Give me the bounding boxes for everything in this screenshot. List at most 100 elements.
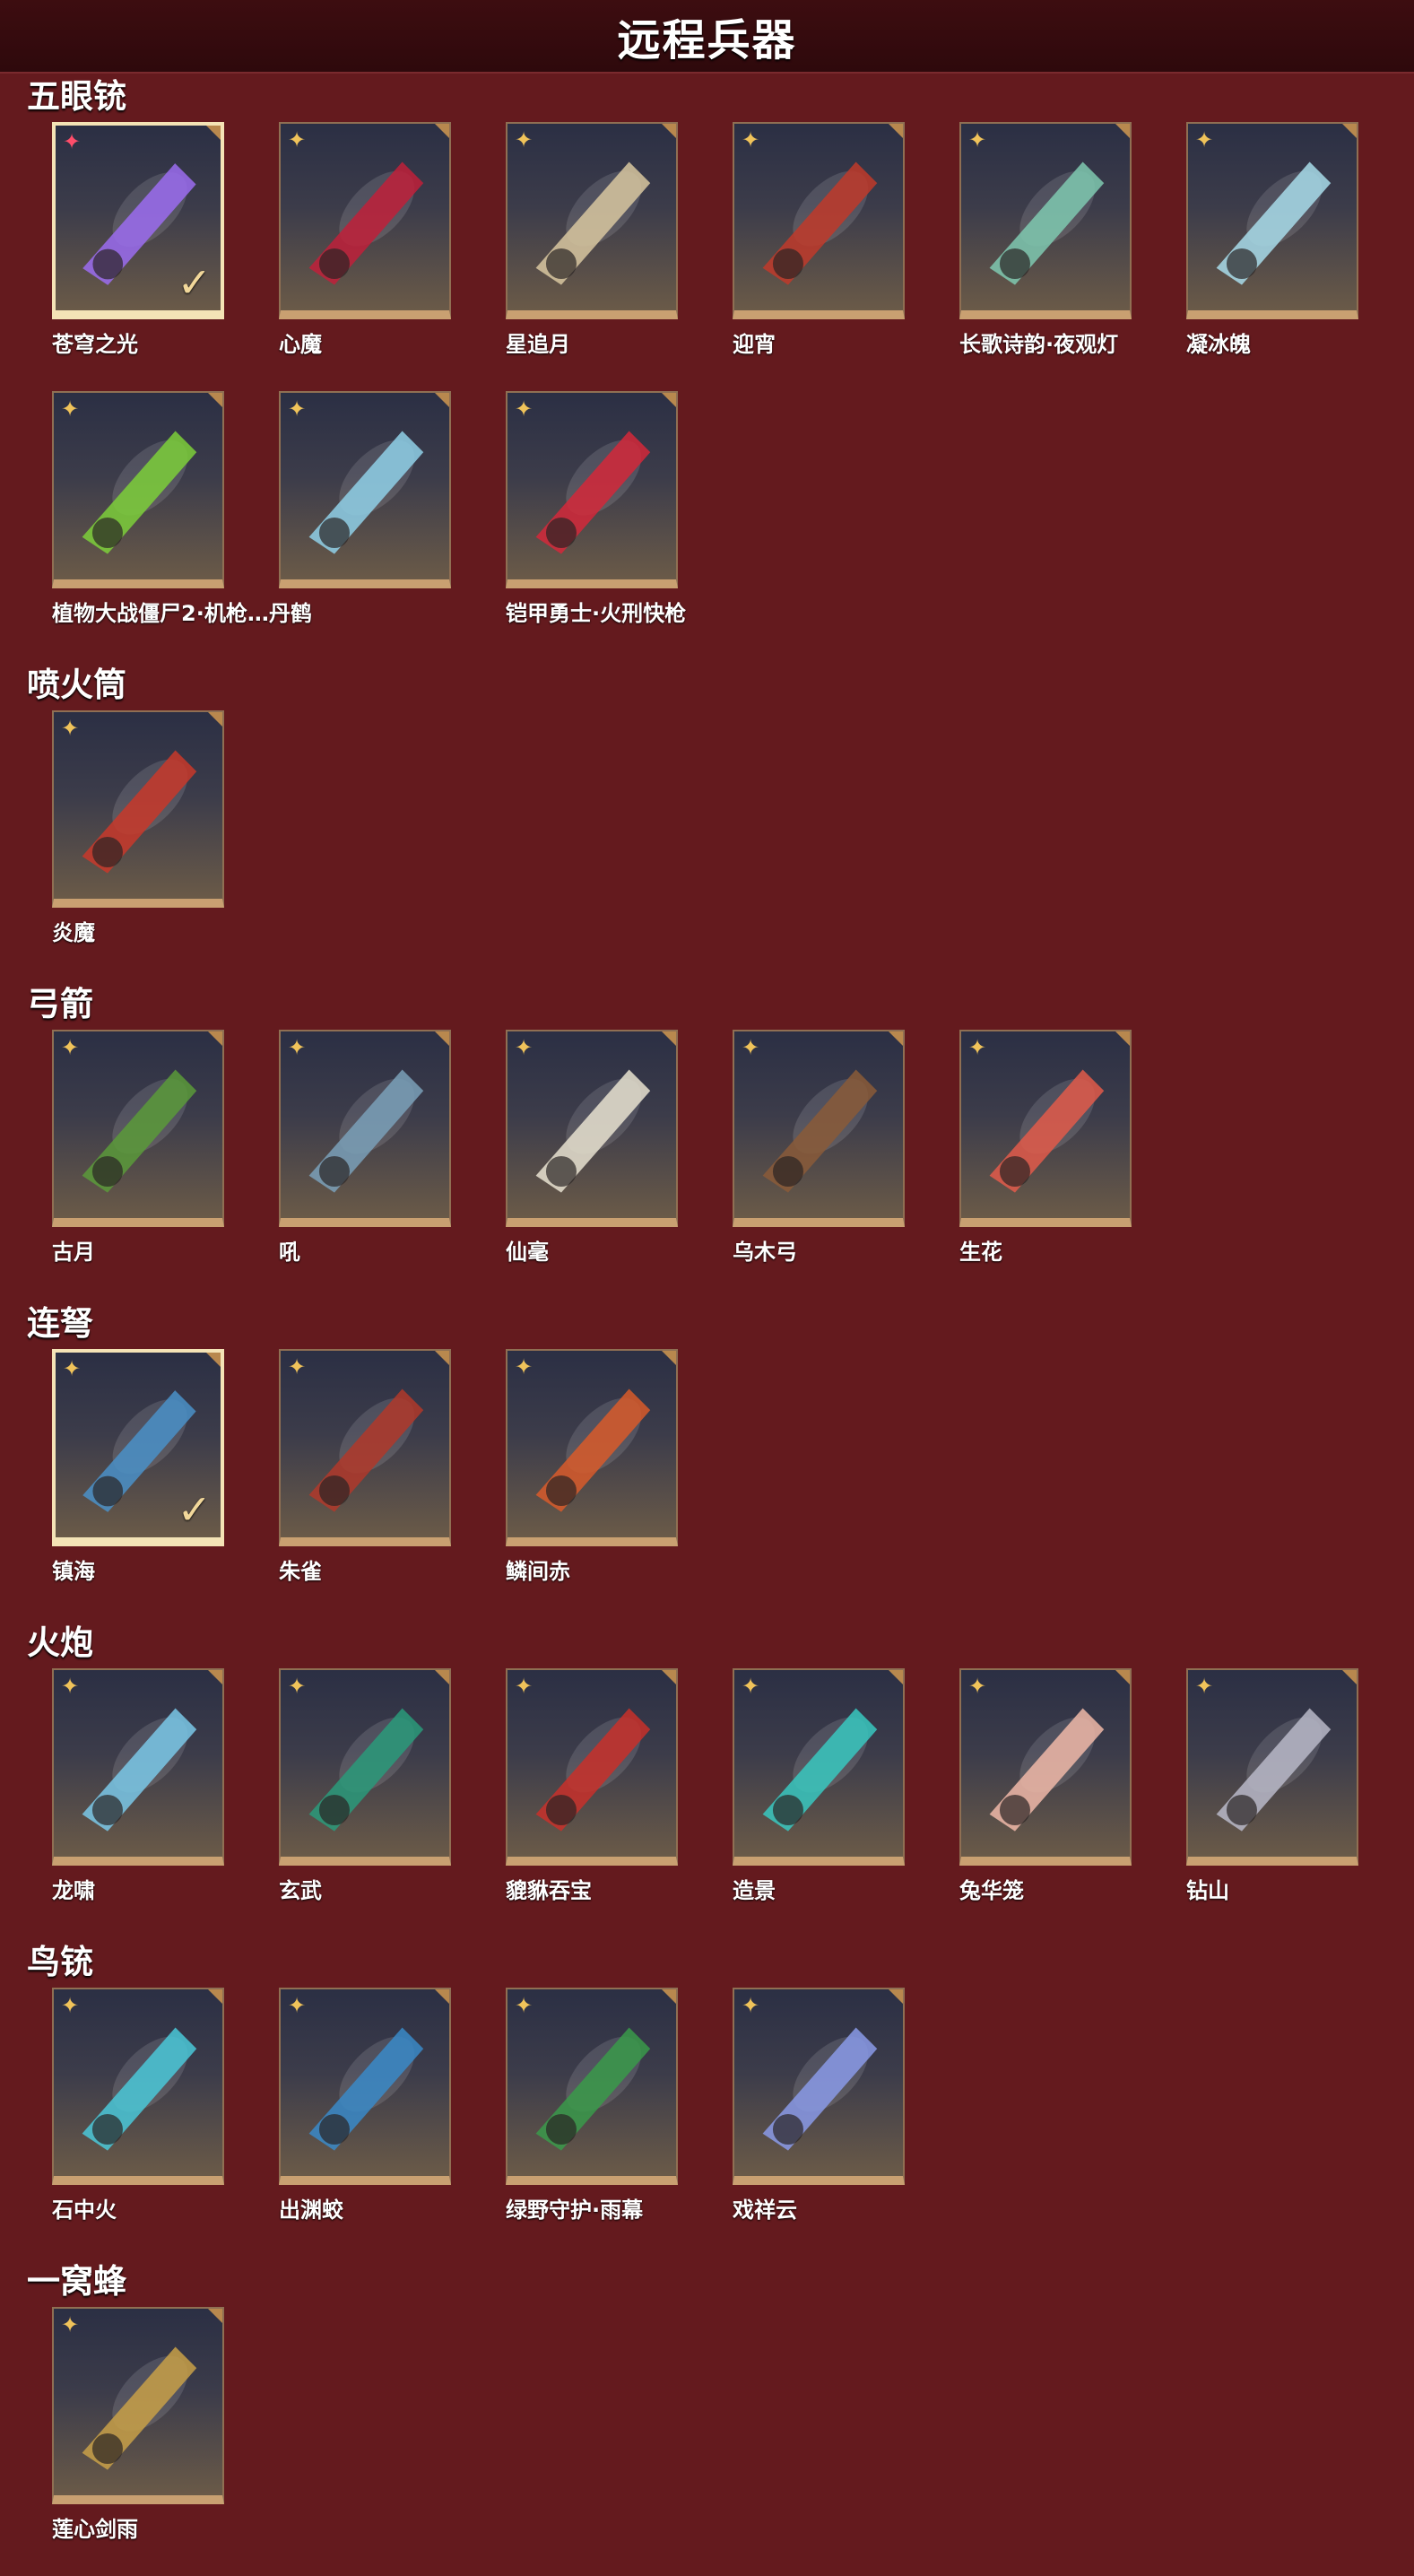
weapon-card[interactable]: ✦ ✓	[52, 1349, 224, 1546]
weapon-item[interactable]: ✦ 造景	[733, 1668, 905, 1937]
weapon-item[interactable]: ✦ 绿野守护·雨幕	[506, 1988, 678, 2257]
weapon-item[interactable]: ✦ 兔华笼	[959, 1668, 1132, 1937]
corner-mark-icon	[889, 124, 903, 138]
weapon-name: 朱雀	[279, 1559, 322, 1584]
weapon-muzzle-shape	[318, 248, 350, 280]
weapon-item[interactable]: ✦ 星追月	[506, 122, 678, 391]
weapon-card[interactable]: ✦	[279, 1668, 451, 1866]
weapon-card[interactable]: ✦	[52, 391, 224, 588]
weapon-item[interactable]: ✦ 生花	[959, 1030, 1132, 1299]
weapon-card[interactable]: ✦	[52, 710, 224, 908]
corner-mark-icon	[662, 1670, 676, 1684]
weapon-grid: ✦ 莲心剑雨	[0, 2307, 1414, 2576]
corner-mark-icon	[662, 124, 676, 138]
corner-mark-icon	[662, 1989, 676, 2004]
title-bar: 远程兵器	[0, 0, 1414, 74]
page-title: 远程兵器	[617, 15, 797, 65]
weapon-item[interactable]: ✦ 朱雀	[279, 1349, 451, 1618]
weapon-item[interactable]: ✦ 仙毫	[506, 1030, 678, 1299]
weapon-card[interactable]: ✦	[506, 1668, 678, 1866]
rarity-star-icon: ✦	[61, 1674, 80, 1699]
weapon-item[interactable]: ✦ 铠甲勇士·火刑快枪	[506, 391, 686, 660]
weapon-card[interactable]: ✦	[279, 122, 451, 319]
weapon-name: 炎魔	[52, 920, 95, 945]
weapon-section: 火炮 ✦ 龙啸 ✦ 玄武 ✦ 貔貅吞宝 ✦ 造景 ✦ 兔华笼 ✦ 钻山	[0, 1618, 1414, 1937]
section-title: 鸟铳	[27, 1943, 93, 1981]
weapon-item[interactable]: ✦ 龙啸	[52, 1668, 224, 1937]
rarity-star-icon: ✦	[515, 396, 534, 422]
corner-mark-icon	[208, 393, 222, 407]
corner-mark-icon	[435, 1989, 449, 2004]
weapon-item[interactable]: ✦ 迎宵	[733, 122, 905, 391]
rarity-star-icon: ✦	[63, 1356, 82, 1381]
weapon-card[interactable]: ✦	[733, 1988, 905, 2185]
weapon-item[interactable]: ✦ 鳞间赤	[506, 1349, 678, 1618]
weapon-card[interactable]: ✦	[52, 2307, 224, 2504]
weapon-item[interactable]: ✦ 植物大战僵尸2·机枪…丹鹤	[52, 391, 312, 660]
weapon-card[interactable]: ✦	[279, 1349, 451, 1546]
weapon-list: 五眼铳 ✦ ✓ 苍穹之光 ✦ 心魔 ✦ 星追月 ✦ 迎宵 ✦ 长歌诗韵·夜观灯 ✦ 凝冰魄 ✦ 植物大战僵尸2…	[0, 72, 1414, 2576]
weapon-card[interactable]: ✦	[1186, 1668, 1358, 1866]
weapon-grid: ✦ ✓ 镇海 ✦ 朱雀 ✦ 鳞间赤	[0, 1349, 1414, 1618]
weapon-card[interactable]: ✦	[506, 1988, 678, 2185]
weapon-image	[308, 1388, 424, 1512]
section-title: 五眼铳	[27, 77, 126, 116]
weapon-item[interactable]: ✦ 吼	[279, 1030, 451, 1299]
corner-mark-icon	[1342, 124, 1357, 138]
weapon-image	[762, 1708, 878, 1832]
weapon-card[interactable]: ✦	[733, 122, 905, 319]
rarity-star-icon: ✦	[742, 1674, 760, 1699]
weapon-item[interactable]: ✦ 莲心剑雨	[52, 2307, 224, 2576]
corner-mark-icon	[889, 1670, 903, 1684]
corner-mark-icon	[1115, 1670, 1130, 1684]
weapon-card[interactable]: ✦	[959, 122, 1132, 319]
weapon-card[interactable]: ✦	[1186, 122, 1358, 319]
corner-mark-icon	[435, 1351, 449, 1365]
weapon-item[interactable]: ✦ ✓ 镇海	[52, 1349, 224, 1618]
weapon-item[interactable]: ✦ ✓ 苍穹之光	[52, 122, 224, 391]
weapon-card[interactable]: ✦	[52, 1030, 224, 1227]
weapon-name: 钻山	[1186, 1878, 1229, 1903]
weapon-item[interactable]: ✦ 古月	[52, 1030, 224, 1299]
weapon-card[interactable]: ✦	[279, 391, 451, 588]
weapon-section: 弓箭 ✦ 古月 ✦ 吼 ✦ 仙毫 ✦ 乌木弓 ✦ 生花	[0, 979, 1414, 1299]
weapon-item[interactable]: ✦ 炎魔	[52, 710, 224, 979]
weapon-item[interactable]: ✦	[279, 391, 451, 660]
weapon-muzzle-shape	[318, 1155, 350, 1188]
weapon-card[interactable]: ✦	[959, 1030, 1132, 1227]
weapon-item[interactable]: ✦ 玄武	[279, 1668, 451, 1937]
weapon-section: 一窝蜂 ✦ 莲心剑雨	[0, 2257, 1414, 2576]
weapon-item[interactable]: ✦ 貔貅吞宝	[506, 1668, 678, 1937]
weapon-image	[82, 2027, 197, 2151]
weapon-image	[308, 1069, 424, 1193]
weapon-name: 戏祥云	[733, 2197, 797, 2223]
weapon-card[interactable]: ✦	[733, 1030, 905, 1227]
weapon-item[interactable]: ✦ 乌木弓	[733, 1030, 905, 1299]
weapon-muzzle-shape	[318, 1794, 350, 1826]
weapon-item[interactable]: ✦ 戏祥云	[733, 1988, 905, 2257]
weapon-card[interactable]: ✦	[506, 391, 678, 588]
weapon-card[interactable]: ✦	[959, 1668, 1132, 1866]
weapon-card[interactable]: ✦ ✓	[52, 122, 224, 319]
weapon-name: 鳞间赤	[506, 1559, 570, 1584]
weapon-card[interactable]: ✦	[52, 1668, 224, 1866]
weapon-item[interactable]: ✦ 凝冰魄	[1186, 122, 1358, 391]
weapon-item[interactable]: ✦ 钻山	[1186, 1668, 1358, 1937]
weapon-item[interactable]: ✦ 长歌诗韵·夜观灯	[959, 122, 1132, 391]
weapon-card[interactable]: ✦	[52, 1988, 224, 2185]
weapon-item[interactable]: ✦ 出渊蛟	[279, 1988, 451, 2257]
rarity-star-icon: ✦	[515, 127, 534, 152]
weapon-card[interactable]: ✦	[506, 1349, 678, 1546]
weapon-card[interactable]: ✦	[279, 1030, 451, 1227]
weapon-image	[82, 1069, 197, 1193]
corner-mark-icon	[889, 1989, 903, 2004]
rarity-star-icon: ✦	[742, 127, 760, 152]
weapon-card[interactable]: ✦	[733, 1668, 905, 1866]
weapon-card[interactable]: ✦	[506, 122, 678, 319]
weapon-item[interactable]: ✦ 石中火	[52, 1988, 224, 2257]
corner-mark-icon	[208, 2309, 222, 2323]
weapon-card[interactable]: ✦	[279, 1988, 451, 2185]
weapon-card[interactable]: ✦	[506, 1030, 678, 1227]
weapon-item[interactable]: ✦ 心魔	[279, 122, 451, 391]
weapon-image	[989, 161, 1105, 285]
